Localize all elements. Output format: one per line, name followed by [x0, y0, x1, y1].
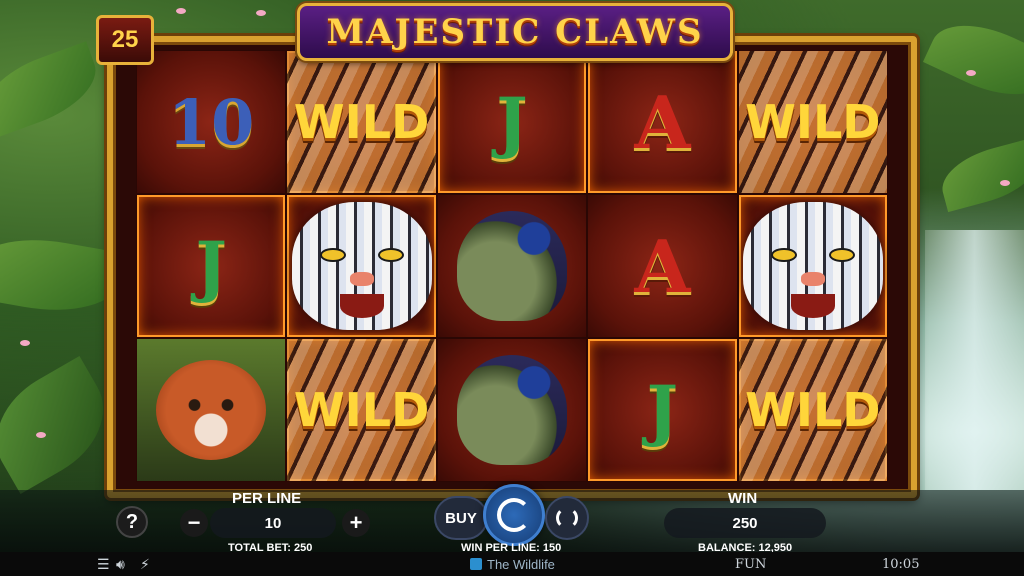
mode-label: FUN	[735, 557, 767, 572]
brand-logo-icon	[470, 558, 482, 570]
reel-4-row-1: A	[587, 50, 738, 194]
reel-2-row-2	[286, 194, 437, 338]
symbol-wild: WILD	[745, 383, 881, 437]
win-value: 250	[664, 508, 826, 538]
symbol-wild: WILD	[293, 383, 430, 437]
symbol-wild: WILD	[745, 95, 881, 149]
tiger-nose	[349, 272, 374, 286]
reel-1-row-2: J	[136, 194, 287, 338]
reel-5-row-1: WILD	[737, 50, 888, 194]
background-leaf	[935, 137, 1024, 213]
symbol-j: J	[496, 83, 528, 161]
tiger-mouth	[790, 294, 835, 318]
brand: The Wildlife	[470, 557, 555, 572]
autoplay-icon	[556, 507, 578, 529]
reel-1-row-3	[136, 338, 287, 482]
background-leaf	[0, 41, 107, 139]
increase-bet-button[interactable]: +	[342, 509, 370, 537]
decrease-bet-button[interactable]: −	[180, 509, 208, 537]
symbol-wild: WILD	[293, 95, 430, 149]
reel-3-row-3	[436, 338, 588, 482]
symbol-10: 10	[168, 85, 255, 159]
per-line-value: 10	[210, 508, 336, 538]
petal	[966, 70, 976, 76]
background-leaf	[922, 7, 1024, 113]
petal	[176, 8, 186, 14]
peacock-icon	[456, 355, 567, 465]
background-leaf	[0, 356, 125, 494]
symbol-j: J	[646, 371, 678, 449]
reel-3-row-2	[436, 194, 588, 338]
help-button[interactable]: ?	[116, 506, 148, 538]
game-title-plate: MAJESTIC CLAWS	[297, 3, 733, 61]
reel-3-row-1: J	[436, 50, 588, 194]
petal	[1000, 180, 1010, 186]
turbo-icon[interactable]: ⚡︎	[140, 556, 150, 573]
per-line-label: PER LINE	[232, 490, 302, 507]
white-tiger-icon	[291, 202, 432, 330]
reel-4-row-3: J	[587, 338, 738, 482]
clock: 10:05	[882, 557, 920, 572]
spin-icon	[497, 498, 531, 532]
symbol-j: J	[195, 227, 227, 305]
white-tiger-icon	[742, 202, 883, 330]
petal	[256, 10, 266, 16]
buy-feature-button[interactable]: BUY	[434, 496, 488, 540]
red-panda-icon	[156, 360, 267, 460]
game-title: MAJESTIC CLAWS	[326, 12, 704, 52]
waterfall	[925, 230, 1024, 490]
lines-badge: 25	[96, 15, 154, 65]
brand-name: The Wildlife	[487, 557, 555, 572]
peacock-icon	[456, 211, 567, 321]
petal	[20, 340, 30, 346]
reel-5-row-3: WILD	[737, 338, 888, 482]
win-label: WIN	[728, 490, 758, 507]
reel-1-row-1: 10	[136, 50, 287, 194]
tiger-mouth	[339, 294, 384, 318]
reel-2-row-3: WILD	[286, 338, 437, 482]
reel-2-row-1: WILD	[286, 50, 437, 194]
menu-icon[interactable]: ☰	[97, 556, 110, 573]
sound-icon[interactable]: 🔊︎	[116, 556, 125, 573]
reel-grid: 10 WILD J A WILD J A WILD J WILD	[136, 50, 888, 482]
spin-button[interactable]	[483, 484, 545, 546]
petal	[36, 432, 46, 438]
symbol-a: A	[634, 223, 691, 309]
reel-4-row-2: A	[587, 194, 738, 338]
autoplay-button[interactable]	[545, 496, 589, 540]
reel-5-row-2	[737, 194, 888, 338]
tiger-nose	[800, 272, 825, 286]
symbol-a: A	[634, 79, 691, 165]
